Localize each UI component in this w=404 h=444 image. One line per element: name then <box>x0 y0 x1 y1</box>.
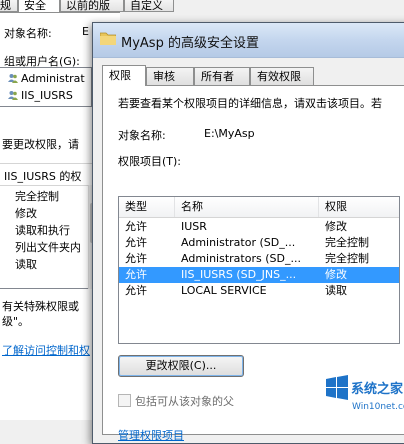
cell-type: 允许 <box>125 220 147 233</box>
table-row[interactable]: 允许 Administrator (SD_... 完全控制 <box>119 235 399 251</box>
table-row[interactable]: 允许 IUSR 修改 <box>119 219 399 235</box>
divider <box>0 163 92 164</box>
list-item[interactable]: IIS_IUSRS <box>8 89 73 102</box>
perm-for-label: IIS_IUSRS 的权 <box>4 170 82 183</box>
entries-label: 权限项目(T): <box>118 155 182 168</box>
brand-name: 系统之家 <box>351 381 404 397</box>
tab-owner[interactable]: 所有者 <box>194 67 250 85</box>
folder-icon <box>100 32 116 45</box>
table-row[interactable]: 允许 Administrators (SD_... 完全控制 <box>119 251 399 267</box>
list-item[interactable]: Administrat <box>8 72 85 85</box>
perm-list-folder: 列出文件夹内 <box>15 241 81 254</box>
change-perm-text: 要更改权限，请 <box>2 138 79 151</box>
cell-permission: 完全控制 <box>325 252 369 265</box>
users-group-icon <box>8 91 18 100</box>
brand-logo-icon: 系统之家 Win10net.com <box>322 375 404 419</box>
perm-read-execute: 读取和执行 <box>15 224 70 237</box>
brand-site: Win10net.com <box>352 402 404 412</box>
table-row[interactable]: 允许 IIS_IUSRS (SD_JNS_... 修改 <box>119 267 399 283</box>
perm-read: 读取 <box>15 258 37 271</box>
cell-name: Administrators (SD_... <box>181 252 301 265</box>
object-name-value: E <box>82 25 89 38</box>
info-text: 若要查看某个权限项目的详细信息，请双击该项目。若 <box>118 97 382 110</box>
tab-effective-permissions[interactable]: 有效权限 <box>250 67 314 85</box>
tab-customize[interactable]: 自定义 <box>124 0 174 12</box>
inherit-checkbox-label: 包括可从该对象的父 <box>135 395 234 408</box>
object-name-label: 对象名称: <box>118 129 166 142</box>
user-list[interactable]: Administrat IIS_IUSRS <box>0 67 92 107</box>
tab-auditing[interactable]: 审核 <box>146 67 194 85</box>
cell-permission: 完全控制 <box>325 236 369 249</box>
object-name-value: E:\MyAsp <box>204 127 255 140</box>
perm-modify: 修改 <box>15 207 37 220</box>
tab-permissions[interactable]: 权限 <box>102 65 146 86</box>
object-name-label: 对象名称: <box>4 27 52 40</box>
dialog-title: MyAsp 的高级安全设置 <box>121 36 259 51</box>
cell-type: 允许 <box>125 268 147 281</box>
column-permission[interactable]: 权限 <box>319 197 399 217</box>
cell-type: 允许 <box>125 284 147 297</box>
permission-entries-list[interactable]: 类型 名称 权限 允许 IUSR 修改 允许 Administrator (SD_...… <box>118 196 400 344</box>
learn-access-control-link[interactable]: 了解访问控制和权 <box>2 342 90 358</box>
cell-permission: 读取 <box>325 284 347 297</box>
special-perm-text-2: 级"。 <box>2 315 30 328</box>
users-group-icon <box>8 74 18 83</box>
cell-permission: 修改 <box>325 268 347 281</box>
cell-name: IIS_IUSRS (SD_JNS_... <box>181 268 297 281</box>
cell-name: LOCAL SERVICE <box>181 284 267 297</box>
watermark-logo: 系统之家 Win10net.com <box>322 371 404 419</box>
inherit-checkbox[interactable] <box>118 394 131 407</box>
cell-name: Administrator (SD_... <box>181 236 296 249</box>
inherit-checkbox-row[interactable]: 包括可从该对象的父 <box>118 393 234 409</box>
perm-full-control: 完全控制 <box>15 190 59 203</box>
manage-entries-link[interactable]: 管理权限项目 <box>118 427 184 443</box>
cell-name: IUSR <box>181 220 207 233</box>
cell-type: 允许 <box>125 252 147 265</box>
change-permissions-button[interactable]: 更改权限(C)... <box>118 355 244 377</box>
permission-list: 完全控制 修改 读取和执行 列出文件夹内 读取 <box>0 185 92 289</box>
column-type[interactable]: 类型 <box>119 197 175 217</box>
cell-permission: 修改 <box>325 220 347 233</box>
list-header: 类型 名称 权限 <box>119 197 399 218</box>
tab-general[interactable]: 规 <box>0 0 18 12</box>
cell-type: 允许 <box>125 236 147 249</box>
tab-previous-versions[interactable]: 以前的版本 <box>60 0 124 27</box>
column-name[interactable]: 名称 <box>175 197 319 217</box>
table-row[interactable]: 允许 LOCAL SERVICE 读取 <box>119 283 399 299</box>
special-perm-text: 有关特殊权限或 <box>2 300 79 313</box>
title-bar[interactable]: MyAsp 的高级安全设置 <box>93 23 404 58</box>
